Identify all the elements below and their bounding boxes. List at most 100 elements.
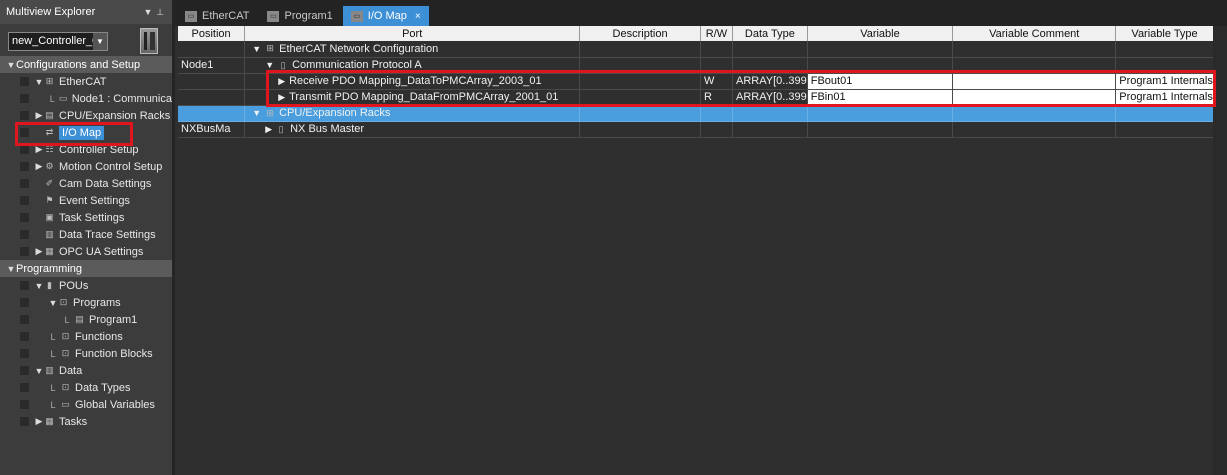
tree-item-functions[interactable]: L ⊡ Functions <box>0 328 172 345</box>
tree-item-label: OPC UA Settings <box>59 245 144 258</box>
tree-item-global-variables[interactable]: L ▭ Global Variables <box>0 396 172 413</box>
column-header-variable[interactable]: Variable <box>807 26 954 41</box>
column-header-position[interactable]: Position <box>178 26 246 41</box>
port-label: CPU/Expansion Racks <box>279 107 391 119</box>
item-checkbox[interactable] <box>20 400 29 409</box>
table-row[interactable]: ▼ ⊞ CPU/Expansion Racks <box>178 105 1227 122</box>
tab-program1[interactable]: ▭ Program1 <box>259 6 340 26</box>
collapse-icon[interactable]: ▼ <box>265 60 274 70</box>
column-header-description[interactable]: Description <box>579 26 701 41</box>
item-checkbox[interactable] <box>20 77 29 86</box>
column-header-variable-comment[interactable]: Variable Comment <box>952 26 1117 41</box>
cell-description[interactable] <box>579 41 701 58</box>
pin-icon[interactable]: ⊥ <box>154 7 166 18</box>
cell-description[interactable] <box>579 105 701 122</box>
item-checkbox[interactable] <box>20 94 29 103</box>
cell-variable-comment[interactable] <box>952 105 1117 122</box>
tree-item-motion-control-setup[interactable]: ▶ ⚙ Motion Control Setup <box>0 158 172 175</box>
collapse-icon[interactable]: ▼ <box>34 281 44 291</box>
item-checkbox[interactable] <box>20 145 29 154</box>
device-icon: ⊞ <box>266 107 274 118</box>
cell-variable[interactable] <box>807 121 954 138</box>
fb-icon: ⊡ <box>61 348 70 358</box>
cell-variable-type[interactable] <box>1115 121 1214 138</box>
controller-select[interactable]: new_Controller_0 ▼ <box>8 31 108 51</box>
item-checkbox[interactable] <box>20 162 29 171</box>
item-checkbox[interactable] <box>20 281 29 290</box>
item-checkbox[interactable] <box>20 332 29 341</box>
collapse-icon[interactable]: ▼ <box>48 298 58 308</box>
cell-variable-comment[interactable] <box>952 121 1117 138</box>
cell-rw <box>700 41 734 58</box>
tree-item-task-settings[interactable]: ▣ Task Settings <box>0 209 172 226</box>
collapse-icon[interactable]: ▼ <box>34 366 44 376</box>
tree-item-pous[interactable]: ▼ ▮ POUs <box>0 277 172 294</box>
tab-ethercat[interactable]: ▭ EtherCAT <box>177 6 257 26</box>
tree-item-program1[interactable]: L ▤ Program1 <box>0 311 172 328</box>
expand-icon[interactable]: ▶ <box>34 110 44 121</box>
cell-variable[interactable] <box>807 41 954 58</box>
cell-variable[interactable] <box>807 105 954 122</box>
item-checkbox[interactable] <box>20 247 29 256</box>
tree-item-function-blocks[interactable]: L ⊡ Function Blocks <box>0 345 172 362</box>
tree-item-label: Programming <box>16 262 83 275</box>
table-row[interactable]: NXBusMa ▶ ▯ NX Bus Master <box>178 121 1227 138</box>
tree-item-data-types[interactable]: L ⊡ Data Types <box>0 379 172 396</box>
tree-item-label: POUs <box>59 279 89 292</box>
tree-item-event-settings[interactable]: ⚑ Event Settings <box>0 192 172 209</box>
item-checkbox[interactable] <box>20 230 29 239</box>
tree-item-programming[interactable]: ▼ Programming <box>0 260 172 277</box>
tree-item-label: Cam Data Settings <box>59 177 152 190</box>
tree-item-programs[interactable]: ▼ ⊡ Programs <box>0 294 172 311</box>
tree-item-opc-ua-settings[interactable]: ▶ ▦ OPC UA Settings <box>0 243 172 260</box>
expand-icon[interactable]: ▶ <box>34 161 44 172</box>
cell-variable-type[interactable] <box>1115 41 1214 58</box>
motion-icon: ⚙ <box>45 161 54 171</box>
collapse-icon[interactable]: ▼ <box>252 108 261 118</box>
cell-position <box>178 73 246 90</box>
tab-i-o-map[interactable]: ▭ I/O Map × <box>342 6 429 26</box>
pou-icon: ▮ <box>47 280 52 290</box>
cell-data-type <box>732 121 808 138</box>
collapse-icon[interactable]: ▼ <box>252 44 261 54</box>
cell-variable-type[interactable] <box>1115 105 1214 122</box>
cell-variable-comment[interactable] <box>952 41 1117 58</box>
tree-item-data[interactable]: ▼ ▥ Data <box>0 362 172 379</box>
item-checkbox[interactable] <box>20 213 29 222</box>
close-icon[interactable]: × <box>415 11 421 22</box>
tree-item-tasks[interactable]: ▶ ▦ Tasks <box>0 413 172 430</box>
tree-item-node1-communica[interactable]: L ▭ Node1 : Communica <box>0 90 172 107</box>
column-header-variable-type[interactable]: Variable Type <box>1115 26 1214 41</box>
data-icon: ▥ <box>45 365 54 375</box>
item-checkbox[interactable] <box>20 417 29 426</box>
collapse-icon[interactable]: ▼ <box>34 77 44 87</box>
collapse-icon[interactable]: ▼ <box>6 264 16 274</box>
cell-description[interactable] <box>579 121 701 138</box>
item-checkbox[interactable] <box>20 349 29 358</box>
cell-data-type <box>732 41 808 58</box>
item-checkbox[interactable] <box>20 383 29 392</box>
item-checkbox[interactable] <box>20 179 29 188</box>
expand-icon[interactable]: ▶ <box>34 246 44 257</box>
table-row[interactable]: ▼ ⊞ EtherCAT Network Configuration <box>178 41 1227 58</box>
item-checkbox[interactable] <box>20 298 29 307</box>
column-header-data-type[interactable]: Data Type <box>732 26 808 41</box>
item-checkbox[interactable] <box>20 111 29 120</box>
item-checkbox[interactable] <box>20 366 29 375</box>
column-header-port[interactable]: Port <box>244 26 581 41</box>
item-checkbox[interactable] <box>20 315 29 324</box>
tree-item-cam-data-settings[interactable]: ✐ Cam Data Settings <box>0 175 172 192</box>
dropdown-icon[interactable]: ▼ <box>142 7 154 17</box>
tree-item-data-trace-settings[interactable]: ▥ Data Trace Settings <box>0 226 172 243</box>
chevron-down-icon[interactable]: ▼ <box>93 32 107 50</box>
tree-item-configurations-and-setup[interactable]: ▼ Configurations and Setup <box>0 56 172 73</box>
item-checkbox[interactable] <box>20 196 29 205</box>
column-header-r-w[interactable]: R/W <box>700 26 734 41</box>
tree-connector-icon: L <box>50 348 56 359</box>
expand-icon[interactable]: ▶ <box>34 416 44 427</box>
controller-image-icon <box>140 28 158 54</box>
device-icon: ⊞ <box>266 43 274 54</box>
expand-icon[interactable]: ▶ <box>265 124 272 135</box>
collapse-icon[interactable]: ▼ <box>6 60 16 70</box>
tree-item-ethercat[interactable]: ▼ ⊞ EtherCAT <box>0 73 172 90</box>
